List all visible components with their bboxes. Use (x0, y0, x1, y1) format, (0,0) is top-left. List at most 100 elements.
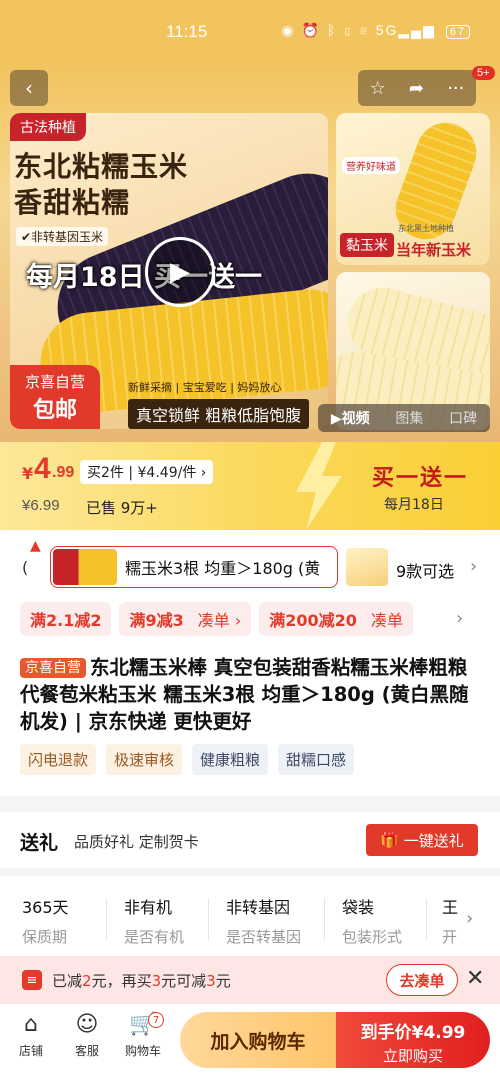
play-video-button[interactable]: ▶ (145, 237, 215, 307)
deal-text: 已减2元，再买3元可减3元 (52, 972, 231, 990)
store-button[interactable]: ⌂ 店铺 (6, 1012, 56, 1059)
price-band: ¥ 4 .99 买2件 | ¥4.49/件 › ¥6.99 已售 9万+ 买一送… (0, 442, 500, 530)
status-bar: 11:15 ◉ ⏰ ᛒ ▯ ≋ 5G▂▄▆ 67 (0, 0, 500, 66)
variant-row[interactable]: ▲ ( 糯玉米3根 均重＞180g (黄 9款可选 › (14, 538, 494, 590)
media-tabs: ▶视频 图集 口碑 (318, 404, 490, 432)
wifi-icon: ≋ (359, 22, 370, 38)
divider (324, 898, 325, 940)
variant-paren: ( (22, 558, 29, 577)
flame-icon: ▲ (30, 538, 41, 554)
gift-desc: 品质好礼 定制贺卡 (74, 833, 199, 851)
tab-video[interactable]: ▶视频 (331, 408, 370, 428)
tag-review: 极速审核 (106, 744, 183, 775)
spec-item: 非转基因 是否转基因 (226, 898, 302, 946)
play-icon: ▶ (170, 257, 190, 287)
send-gift-button[interactable]: 🎁 一键送礼 (366, 824, 478, 856)
coupon-row: 满2.1减2 满9减3 凑单 › 满200减20 凑单 › (20, 602, 490, 638)
share-icon[interactable]: ➦ (409, 78, 424, 99)
tab-reviews[interactable]: 口碑 (449, 408, 477, 428)
go-add-on-button[interactable]: 去凑单 (386, 964, 458, 996)
price-currency: ¥ (22, 464, 34, 483)
chat-face-icon: ☺ (75, 1012, 99, 1037)
tag-taste: 甜糯口感 (278, 744, 355, 775)
gift-icon: 🎁 (380, 831, 399, 849)
variant-thumbnail-2[interactable] (346, 548, 388, 586)
product-title-text: 东北糯玉米棒 真空包装甜香粘糯玉米棒粗粮代餐苞米粘玉米 糯玉米3根 均重＞180… (20, 656, 469, 733)
message-badge: 5+ (472, 66, 495, 80)
chevron-right-icon: › (470, 556, 478, 577)
side-label-1: 黏玉米 (340, 233, 394, 257)
spec-item: 非有机 是否有机 (124, 898, 185, 946)
specs-row[interactable]: 365天 保质期 非有机 是否有机 非转基因 是否转基因 袋装 包装形式 王 开… (0, 876, 500, 956)
original-price: ¥6.99 (22, 497, 60, 514)
add-to-cart-button[interactable]: 加入购物车 (180, 1012, 336, 1068)
coupon-1[interactable]: 满2.1减2 (20, 602, 112, 636)
deal-bar: ≡ 已减2元，再买3元可减3元 去凑单 ✕ (0, 956, 500, 1004)
chevron-right-icon[interactable]: › (456, 608, 463, 629)
spec-item: 365天 保质期 (22, 898, 69, 946)
product-title: 京喜自营 东北糯玉米棒 真空包装甜香粘糯玉米棒粗粮代餐苞米粘玉米 糯玉米3根 均重… (20, 654, 486, 735)
price-integer: 4 (34, 452, 51, 485)
gift-row[interactable]: 送礼 品质好礼 定制贺卡 🎁 一键送礼 (0, 812, 500, 868)
coupon-2[interactable]: 满9减3 凑单 › (119, 602, 252, 636)
vibrate-icon: ▯ (343, 22, 354, 38)
hero-headline-1: 东北粘糯玉米 (14, 150, 189, 183)
hero-sub-line: 新鲜采摘 | 宝宝爱吃 | 妈妈放心 (128, 381, 282, 394)
service-button[interactable]: ☺ 客服 (62, 1012, 112, 1059)
divider (426, 898, 427, 940)
gift-title: 送礼 (20, 832, 59, 854)
tag-healthy: 健康粗粮 (192, 744, 269, 775)
self-operated-tag: 京喜自营 (20, 658, 86, 678)
side-label-2: 当年新玉米 (396, 241, 472, 259)
coupon-icon: ≡ (22, 970, 42, 990)
price-decimal: .99 (52, 464, 75, 481)
selected-variant-label: 糯玉米3根 均重＞180g (黄 (125, 559, 321, 578)
bluetooth-icon: ᛒ (326, 22, 338, 38)
coupon-3[interactable]: 满200减20 凑单 (259, 602, 413, 636)
sold-count: 已售 9万+ (86, 499, 158, 517)
service-tags: 闪电退款 极速审核 健康粗粮 甜糯口感 (20, 744, 364, 775)
status-time: 11:15 (166, 22, 208, 41)
store-icon: ⌂ (24, 1012, 38, 1037)
bogo-title: 买一送一 (372, 466, 469, 491)
cart-count-badge: 7 (148, 1012, 164, 1028)
buy-now-button[interactable]: 到手价¥4.99 立即购买 (336, 1012, 490, 1068)
hero-tag: 古法种植 (10, 113, 86, 141)
variant-thumbnail (53, 549, 117, 585)
product-title-card: 京喜自营 东北糯玉米棒 真空包装甜香粘糯玉米棒粗粮代餐苞米粘玉米 糯玉米3根 均重… (0, 646, 500, 796)
signal-icon: 5G▂▄▆ (375, 22, 436, 38)
self-operated-badge: 京喜自营 包邮 (10, 365, 100, 429)
side-thumbnail-1[interactable]: 营养好味道 东北黑土地种植 黏玉米 当年新玉米 (336, 113, 490, 265)
chevron-left-icon: ‹ (25, 76, 33, 100)
divider (208, 898, 209, 940)
eye-icon: ◉ (281, 22, 296, 38)
main-product-image[interactable]: 古法种植 东北粘糯玉米 香甜粘糯 ✔非转基因玉米 每月18日 买一送一 ▶ 京喜… (10, 113, 328, 429)
bottom-action-bar: ⌂ 店铺 ☺ 客服 🛒 购物车 7 加入购物车 到手价¥4.99 立即购买 (0, 1004, 500, 1085)
battery-icon: 67 (445, 25, 470, 39)
tab-gallery[interactable]: 图集 (395, 408, 423, 428)
side-label-3: 东北黑土地种植 (398, 224, 454, 233)
chevron-right-icon: › (466, 908, 474, 929)
hero-check-1: ✔非转基因玉米 (16, 227, 109, 246)
side-caption: 营养好味道 (342, 157, 400, 174)
favorite-star-icon[interactable]: ☆ (370, 78, 386, 99)
divider (106, 898, 107, 940)
spec-item: 袋装 包装形式 (342, 898, 403, 946)
buy-two-offer[interactable]: 买2件 | ¥4.49/件 › (80, 460, 214, 484)
variant-count: 9款可选 (396, 562, 455, 581)
spec-item: 王 开 (442, 898, 458, 946)
bogo-date: 每月18日 (384, 497, 444, 513)
more-icon[interactable]: ··· (447, 78, 464, 99)
alarm-icon: ⏰ (301, 22, 321, 38)
play-icon: ▶ (330, 411, 342, 427)
lightning-icon (296, 442, 342, 530)
hero-promo: 每月18日 买一送一 (26, 262, 262, 293)
hero-vacuum: 真空锁鲜 粗粮低脂饱腹 (128, 399, 310, 429)
back-button[interactable]: ‹ (10, 70, 48, 106)
close-icon[interactable]: ✕ (466, 966, 484, 991)
hero-headline-2: 香甜粘糯 (14, 186, 131, 219)
header-actions: ☆ ➦ ··· (358, 70, 476, 106)
tag-refund: 闪电退款 (20, 744, 97, 775)
status-icons: ◉ ⏰ ᛒ ▯ ≋ 5G▂▄▆ 67 (281, 22, 470, 39)
selected-variant[interactable]: 糯玉米3根 均重＞180g (黄 (50, 546, 338, 588)
